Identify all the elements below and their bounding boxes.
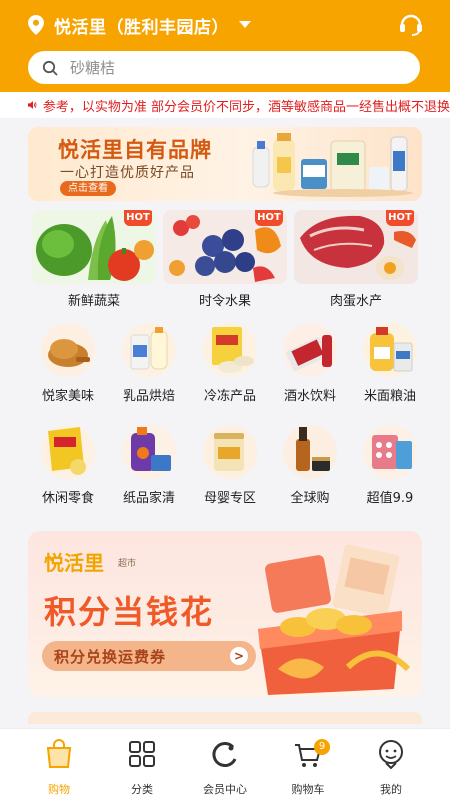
member-ring-icon <box>212 742 237 767</box>
category-label: 酒水饮料 <box>283 389 336 404</box>
notice-text: 参考，以实物为准 部分会员价不同步，酒等敏感商品一经售出概不退换 <box>42 99 450 115</box>
tile-label-vegetables: 新鲜蔬菜 <box>67 294 120 309</box>
nav-label: 购物 <box>48 783 70 796</box>
category-paper-cleaning[interactable]: 纸品家清 <box>114 423 184 506</box>
nav-label: 分类 <box>131 783 153 796</box>
search-bar[interactable]: 砂糖桔 <box>28 51 420 84</box>
nav-shopping[interactable]: 购物 <box>19 729 99 800</box>
formula-can-icon <box>203 425 257 479</box>
category-yuejia-delicacy[interactable]: 悦家美味 <box>33 321 103 404</box>
redeem-coupon-button[interactable]: 积分兑换运费券 > <box>42 641 256 671</box>
nav-cart[interactable]: 9 购物车 <box>268 729 348 800</box>
category-value-99[interactable]: 超值9.9 <box>355 423 425 506</box>
caret-down-icon <box>239 21 251 28</box>
category-label: 米面粮油 <box>363 389 416 404</box>
cart-count-badge: 9 <box>314 739 330 755</box>
hot-badge: HOT <box>386 210 414 226</box>
nav-profile[interactable]: 我的 <box>351 729 431 800</box>
dumplings-icon <box>203 323 257 377</box>
hot-badge: HOT <box>255 210 283 226</box>
search-icon <box>42 60 58 76</box>
cooking-oil-icon <box>363 323 417 377</box>
category-drinks[interactable]: 酒水饮料 <box>275 321 345 404</box>
tile-fruits[interactable]: HOT <box>163 210 287 284</box>
detergent-icon <box>122 425 176 479</box>
snack-pack-icon <box>363 425 417 479</box>
location-pin-icon <box>28 15 44 35</box>
category-mother-baby[interactable]: 母婴专区 <box>195 423 265 506</box>
bottom-nav: 购物 分类 会员中心 9 购物车 我的 <box>0 728 450 800</box>
headset-icon[interactable] <box>398 11 424 37</box>
grid-icon <box>129 741 155 767</box>
category-label: 纸品家清 <box>122 491 175 506</box>
promo-brand: 悦活里 <box>44 551 104 575</box>
location-selector[interactable]: 悦活里（胜利丰园店） <box>28 10 251 40</box>
store-location-label: 悦活里（胜利丰园店） <box>54 17 229 38</box>
tile-vegetables[interactable]: HOT <box>32 210 156 284</box>
shopping-bag-icon <box>46 739 72 768</box>
points-promo-banner[interactable]: 悦活里 超市 积分当钱花 积分兑换运费券 > <box>28 531 422 697</box>
product-showcase-image <box>252 133 413 197</box>
category-label: 悦家美味 <box>41 389 94 404</box>
roast-chicken-icon <box>41 323 95 377</box>
category-label: 全球购 <box>290 491 330 506</box>
banner-subtitle: 一心打造优质好产品 <box>60 165 195 181</box>
liquor-icon <box>283 323 337 377</box>
profile-icon <box>379 740 403 769</box>
gift-box-image <box>258 544 411 695</box>
search-placeholder: 砂糖桔 <box>70 59 116 77</box>
category-frozen[interactable]: 冷冻产品 <box>195 321 265 404</box>
tile-meat-eggs-seafood[interactable]: HOT <box>294 210 418 284</box>
category-global-shopping[interactable]: 全球购 <box>275 423 345 506</box>
brand-banner[interactable]: 悦活里自有品牌 一心打造优质好产品 点击查看 <box>28 127 422 201</box>
next-section-peek <box>28 712 422 724</box>
nav-label: 购物车 <box>291 783 325 796</box>
nav-member-center[interactable]: 会员中心 <box>185 729 265 800</box>
header: 悦活里（胜利丰园店） 砂糖桔 <box>0 0 450 92</box>
promo-brand-sub: 超市 <box>118 559 137 569</box>
category-dairy-bakery[interactable]: 乳品烘焙 <box>114 321 184 404</box>
speaker-icon <box>28 101 37 109</box>
nav-label: 会员中心 <box>203 783 247 796</box>
notice-bar: 参考，以实物为准 部分会员价不同步，酒等敏感商品一经售出概不退换 <box>0 92 450 118</box>
tile-label-meat: 肉蛋水产 <box>329 294 382 309</box>
category-snacks[interactable]: 休闲零食 <box>33 423 103 506</box>
chips-icon <box>41 425 95 479</box>
category-label: 休闲零食 <box>41 491 94 506</box>
category-label: 母婴专区 <box>203 491 256 506</box>
category-label: 乳品烘焙 <box>122 389 175 404</box>
banner-title: 悦活里自有品牌 <box>58 138 212 162</box>
category-rice-flour-oil[interactable]: 米面粮油 <box>355 321 425 404</box>
banner-view-button[interactable]: 点击查看 <box>60 181 116 196</box>
redeem-button-label: 积分兑换运费券 <box>54 647 167 666</box>
hot-badge: HOT <box>124 210 152 226</box>
serum-bottle-icon <box>283 425 337 479</box>
category-label: 冷冻产品 <box>203 389 256 404</box>
category-label: 超值9.9 <box>366 491 414 506</box>
promo-title: 积分当钱花 <box>44 593 215 631</box>
milk-icon <box>122 323 176 377</box>
tile-label-fruits: 时令水果 <box>198 294 251 309</box>
nav-category[interactable]: 分类 <box>102 729 182 800</box>
nav-label: 我的 <box>380 783 402 796</box>
